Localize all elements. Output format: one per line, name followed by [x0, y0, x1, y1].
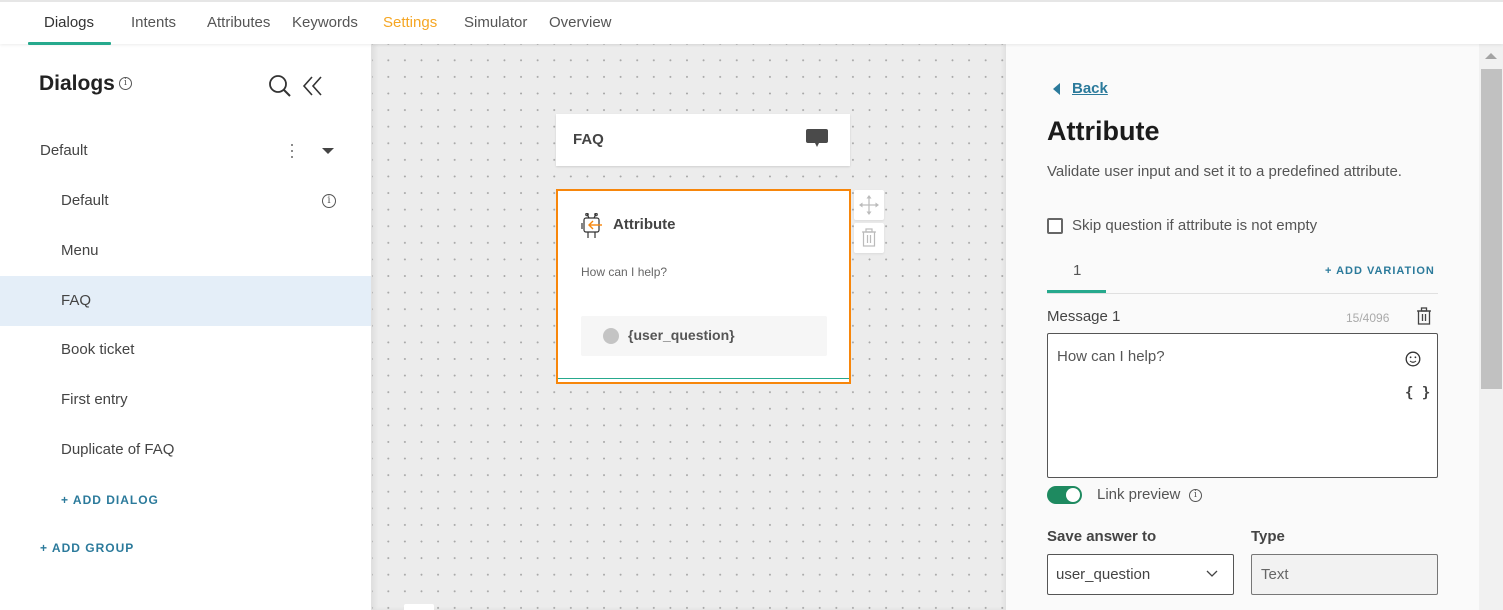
dialog-group-default[interactable]: Default: [0, 126, 371, 176]
dialog-item-label: Duplicate of FAQ: [61, 441, 175, 458]
dialog-item-label: First entry: [61, 391, 128, 408]
emoji-icon[interactable]: [1405, 351, 1421, 367]
save-answer-value: user_question: [1056, 566, 1151, 583]
attribute-panel: Back Attribute Validate user input and s…: [1006, 44, 1479, 610]
dialogs-sidebar: Dialogs i Default Default i Menu FAQ Boo…: [0, 44, 372, 610]
add-dialog-button[interactable]: + ADD DIALOG: [61, 493, 159, 507]
scrollbar-thumb[interactable]: [1481, 69, 1502, 389]
message-label: Message 1: [1047, 308, 1121, 325]
link-preview-label: Link preview: [1097, 486, 1181, 503]
dialog-item-menu[interactable]: Menu: [0, 226, 371, 276]
tabs-divider: [1047, 293, 1438, 294]
robot-attribute-icon: [580, 212, 604, 239]
search-icon[interactable]: [268, 74, 292, 98]
start-node-faq[interactable]: FAQ: [556, 114, 850, 166]
tab-dialogs[interactable]: Dialogs: [44, 14, 94, 31]
chevron-down-icon: [1206, 570, 1218, 577]
tab-intents[interactable]: Intents: [131, 14, 176, 31]
message-text: How can I help?: [1057, 348, 1165, 365]
add-group-button[interactable]: + ADD GROUP: [40, 541, 134, 555]
back-label: Back: [1072, 80, 1108, 97]
toggle-knob: [1066, 488, 1080, 502]
variation-tab-label: 1: [1073, 262, 1082, 279]
variation-tab-1[interactable]: 1: [1047, 258, 1106, 293]
dialog-item-default[interactable]: Default i: [0, 176, 371, 226]
dialog-item-label: FAQ: [61, 292, 92, 309]
top-nav: Dialogs Intents Attributes Keywords Sett…: [0, 0, 1503, 45]
type-value: Text: [1261, 566, 1289, 583]
move-icon: [859, 195, 879, 215]
flow-canvas[interactable]: FAQ Attribute How can I help? {user_ques…: [372, 44, 1006, 610]
scroll-up-arrow-icon[interactable]: [1485, 53, 1497, 59]
canvas-control[interactable]: [404, 604, 434, 610]
tab-keywords[interactable]: Keywords: [292, 14, 358, 31]
tab-settings[interactable]: Settings: [383, 14, 437, 31]
panel-description: Validate user input and set it to a pred…: [1047, 163, 1402, 180]
active-tab-indicator: [28, 42, 111, 45]
info-icon[interactable]: i: [322, 194, 336, 208]
skip-question-label[interactable]: Skip question if attribute is not empty: [1072, 217, 1317, 234]
dialog-item-faq[interactable]: FAQ: [0, 276, 371, 326]
panel-title: Attribute: [1047, 116, 1160, 146]
dialog-item-first-entry[interactable]: First entry: [0, 375, 371, 425]
info-icon[interactable]: i: [119, 77, 132, 90]
variable-chip[interactable]: {user_question}: [581, 316, 827, 356]
attribute-node[interactable]: Attribute How can I help? {user_question…: [556, 189, 851, 384]
trash-icon[interactable]: [1416, 307, 1432, 325]
node-title: Attribute: [613, 216, 676, 233]
tab-simulator[interactable]: Simulator: [464, 14, 527, 31]
dialog-item-book-ticket[interactable]: Book ticket: [0, 325, 371, 375]
dialog-item-label: Menu: [61, 242, 99, 259]
type-label: Type: [1251, 528, 1285, 545]
save-answer-label: Save answer to: [1047, 528, 1157, 545]
message-textarea[interactable]: How can I help? { }: [1047, 333, 1438, 478]
dialog-item-label: Book ticket: [61, 341, 135, 358]
sidebar-title: Dialogs: [39, 72, 115, 95]
save-answer-select[interactable]: user_question: [1047, 554, 1234, 595]
double-chevron-left-icon[interactable]: [302, 74, 326, 98]
move-node-button[interactable]: [854, 190, 884, 220]
connector-dot[interactable]: [603, 328, 619, 344]
type-field: Text: [1251, 554, 1438, 595]
dialog-item-duplicate-of-faq[interactable]: Duplicate of FAQ: [0, 425, 371, 475]
dialog-item-label: Default: [61, 192, 109, 209]
panel-scrollbar[interactable]: [1479, 44, 1503, 610]
add-variation-button[interactable]: + ADD VARIATION: [1325, 265, 1435, 277]
node-title: FAQ: [573, 131, 604, 148]
caret-left-icon: [1053, 83, 1060, 95]
character-counter: 15/4096: [1346, 311, 1390, 325]
trash-icon: [862, 228, 876, 247]
info-icon[interactable]: i: [1189, 489, 1202, 502]
caret-down-icon[interactable]: [322, 148, 334, 154]
skip-question-checkbox[interactable]: [1047, 218, 1063, 234]
kebab-menu-icon[interactable]: [282, 140, 302, 162]
tab-overview[interactable]: Overview: [549, 14, 612, 31]
braces-icon[interactable]: { }: [1405, 385, 1430, 401]
chat-bubble-icon: [806, 129, 828, 147]
link-preview-toggle[interactable]: [1047, 486, 1082, 504]
variable-name: {user_question}: [628, 327, 735, 343]
node-message: How can I help?: [581, 265, 668, 279]
node-bottom-line: [558, 378, 849, 379]
group-label: Default: [40, 142, 88, 159]
tab-attributes[interactable]: Attributes: [207, 14, 270, 31]
delete-node-button[interactable]: [854, 223, 884, 253]
